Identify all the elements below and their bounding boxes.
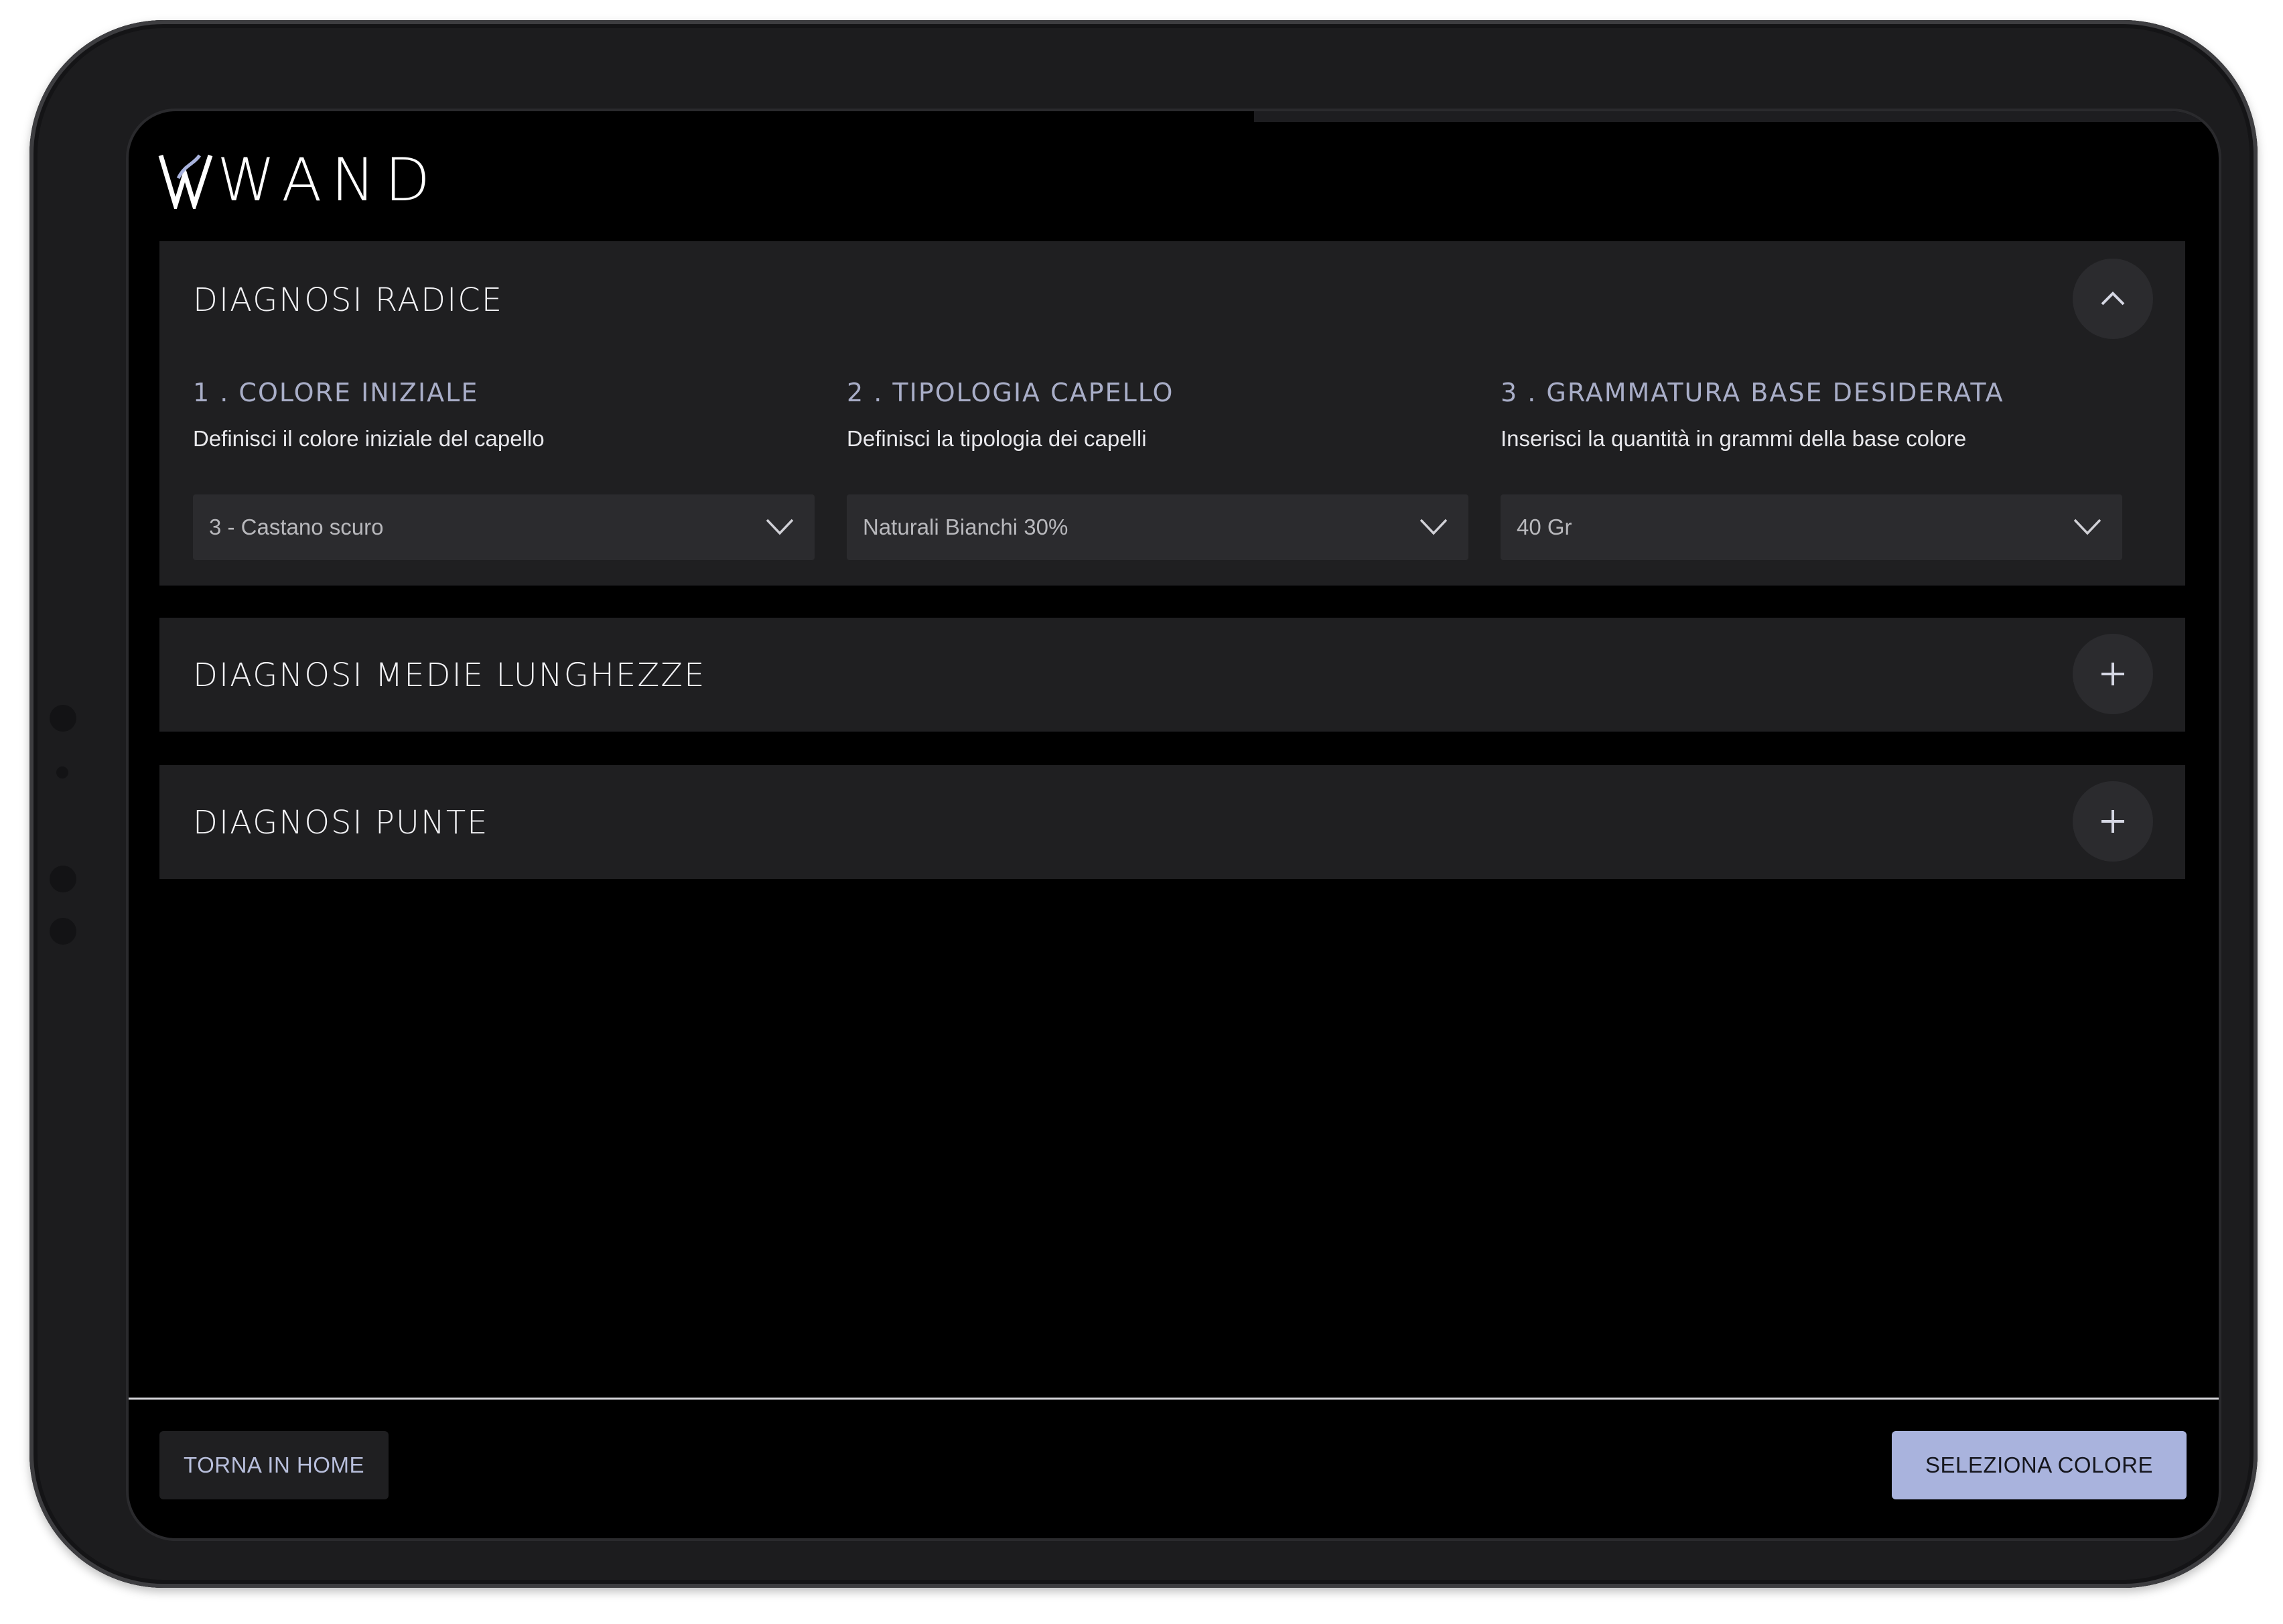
footer-divider [129,1398,2219,1400]
field-grammatura-base: 3 . GRAMMATURA BASE DESIDERATA Inserisci… [1501,378,2122,452]
side-button [50,866,76,892]
expand-button[interactable] [2073,634,2153,714]
section-diagnosi-radice: DIAGNOSI RADICE 1 . COLORE INIZIALE Defi… [159,241,2185,586]
select-color-button[interactable]: SELEZIONA COLORE [1892,1431,2187,1499]
tablet-frame: WAND DIAGNOSI RADICE 1 . COLORE INIZIALE… [29,20,2258,1588]
collapse-button[interactable] [2073,259,2153,339]
status-bar [1254,111,2205,122]
select-value: 40 Gr [1517,515,1572,539]
field-description: Definisci la tipologia dei capelli [847,426,1147,451]
plus-icon [2101,810,2124,833]
side-button [50,918,76,945]
wand-logo-mark-icon [158,154,213,209]
section-title: DIAGNOSI PUNTE [193,804,489,841]
select-colore-iniziale[interactable]: 3 - Castano scuro [193,494,815,560]
select-tipologia-capello[interactable]: Naturali Bianchi 30% [847,494,1468,560]
select-grammatura-base[interactable]: 40 Gr [1501,494,2122,560]
side-button [50,705,76,732]
select-value: 3 - Castano scuro [209,515,384,539]
side-button [56,766,68,779]
section-title: DIAGNOSI RADICE [193,281,504,319]
field-tipologia-capello: 2 . TIPOLOGIA CAPELLO Definisci la tipol… [847,378,1468,452]
field-description: Definisci il colore iniziale del capello [193,426,545,451]
logo-text: WAND [217,145,439,214]
chevron-down-icon [1420,519,1448,535]
field-label: 2 . TIPOLOGIA CAPELLO [847,378,1174,407]
chevron-up-icon [2101,291,2125,306]
field-label: 3 . GRAMMATURA BASE DESIDERATA [1501,378,2004,407]
field-label: 1 . COLORE INIZIALE [193,378,479,407]
app-screen: WAND DIAGNOSI RADICE 1 . COLORE INIZIALE… [129,111,2219,1538]
back-home-button[interactable]: TORNA IN HOME [159,1431,389,1499]
chevron-down-icon [2073,519,2101,535]
section-diagnosi-medie-lunghezze[interactable]: DIAGNOSI MEDIE LUNGHEZZE [159,618,2185,732]
field-description: Inserisci la quantità in grammi della ba… [1501,426,1967,451]
section-title: DIAGNOSI MEDIE LUNGHEZZE [193,657,706,694]
plus-icon [2101,663,2124,685]
wand-logo: WAND [158,151,430,210]
select-value: Naturali Bianchi 30% [863,515,1068,539]
section-diagnosi-punte[interactable]: DIAGNOSI PUNTE [159,765,2185,879]
field-colore-iniziale: 1 . COLORE INIZIALE Definisci il colore … [193,378,815,452]
chevron-down-icon [766,519,794,535]
expand-button[interactable] [2073,781,2153,862]
